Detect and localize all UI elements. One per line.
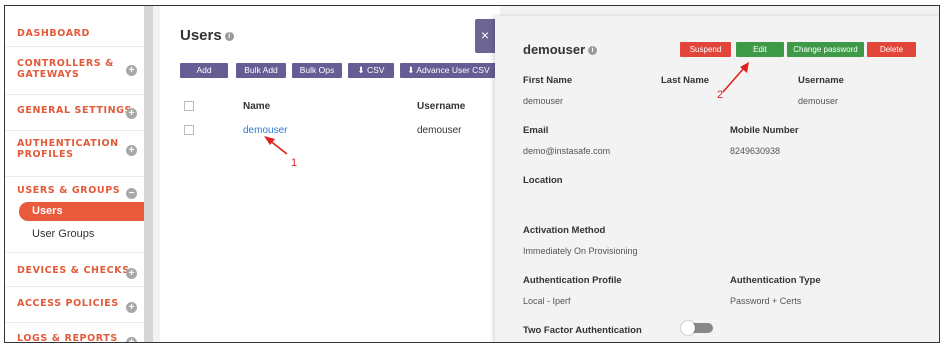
annotation-label-1: 1 <box>291 157 298 169</box>
annotation-label-2: 2 <box>717 89 724 101</box>
annotation-arrows <box>264 62 749 155</box>
app-window: DASHBOARD CONTROLLERS & GATEWAYS + GENER… <box>4 5 940 343</box>
annotation-arrow-2 <box>722 67 745 93</box>
